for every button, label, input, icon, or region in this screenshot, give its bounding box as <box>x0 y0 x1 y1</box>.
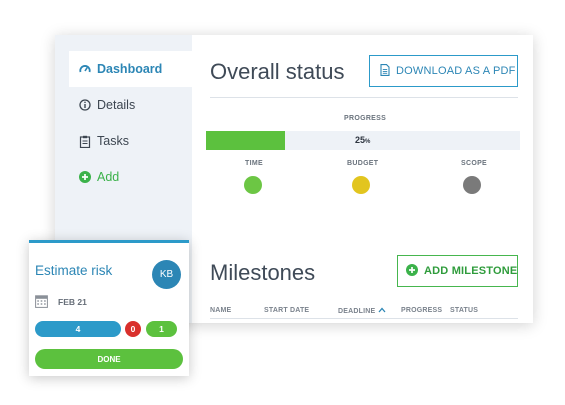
sidebar-item-dashboard[interactable]: Dashboard <box>69 51 192 87</box>
scope-label: SCOPE <box>461 160 488 167</box>
sidebar-item-label: Tasks <box>97 134 129 148</box>
info-icon <box>79 99 91 111</box>
table-header-divider <box>210 318 518 319</box>
scope-status-dot <box>463 176 481 194</box>
calendar-icon <box>35 294 48 308</box>
add-milestone-label: ADD MILESTONE <box>424 265 518 277</box>
column-header-start-date[interactable]: START DATE <box>264 307 309 314</box>
sidebar-item-add[interactable]: Add <box>69 159 192 195</box>
plus-circle-icon <box>406 263 418 279</box>
avatar: KB <box>152 260 181 289</box>
column-header-name[interactable]: NAME <box>210 307 231 314</box>
progress-label: PROGRESS <box>344 115 387 122</box>
clipboard-icon <box>79 135 91 148</box>
gauge-icon <box>79 63 91 75</box>
budget-status-dot <box>352 176 370 194</box>
done-button[interactable]: DONE <box>35 349 183 369</box>
time-label: TIME <box>245 160 263 167</box>
column-header-deadline[interactable]: DEADLINE <box>338 307 386 315</box>
plus-circle-icon <box>79 171 91 183</box>
download-pdf-label: DOWNLOAD AS A PDF <box>396 65 516 77</box>
time-status-dot <box>244 176 262 194</box>
task-due-date: FEB 21 <box>58 297 87 307</box>
add-milestone-button[interactable]: ADD MILESTONE <box>397 255 518 287</box>
sidebar-item-label: Details <box>97 98 136 112</box>
sidebar-item-label: Dashboard <box>97 62 163 76</box>
sort-ascending-icon <box>378 307 386 315</box>
main-content: Overall status DOWNLOAD AS A PDF PROGRES… <box>192 35 533 323</box>
milestones-title: Milestones <box>210 260 316 285</box>
progress-value: 25% <box>355 135 370 145</box>
column-header-deadline-label: DEADLINE <box>338 307 376 315</box>
count-badge-blue: 4 <box>35 321 121 337</box>
count-badge-red: 0 <box>125 321 141 337</box>
column-header-status[interactable]: STATUS <box>450 307 478 314</box>
sidebar-item-details[interactable]: Details <box>69 87 192 123</box>
sidebar-item-label: Add <box>97 170 120 184</box>
sidebar-item-tasks[interactable]: Tasks <box>69 123 192 159</box>
page-title: Overall status <box>210 59 345 84</box>
count-badge-green: 1 <box>146 321 177 337</box>
task-card[interactable]: Estimate risk KB FEB 21 4 0 1 DONE <box>29 240 189 376</box>
budget-label: BUDGET <box>347 160 379 167</box>
progress-number: 25 <box>355 135 366 145</box>
progress-fill <box>206 131 285 150</box>
section-divider <box>210 97 518 98</box>
progress-unit: % <box>365 139 371 145</box>
download-pdf-button[interactable]: DOWNLOAD AS A PDF <box>369 55 518 87</box>
task-card-title: Estimate risk <box>35 263 113 278</box>
document-icon <box>380 63 390 79</box>
column-header-progress[interactable]: PROGRESS <box>401 307 442 314</box>
